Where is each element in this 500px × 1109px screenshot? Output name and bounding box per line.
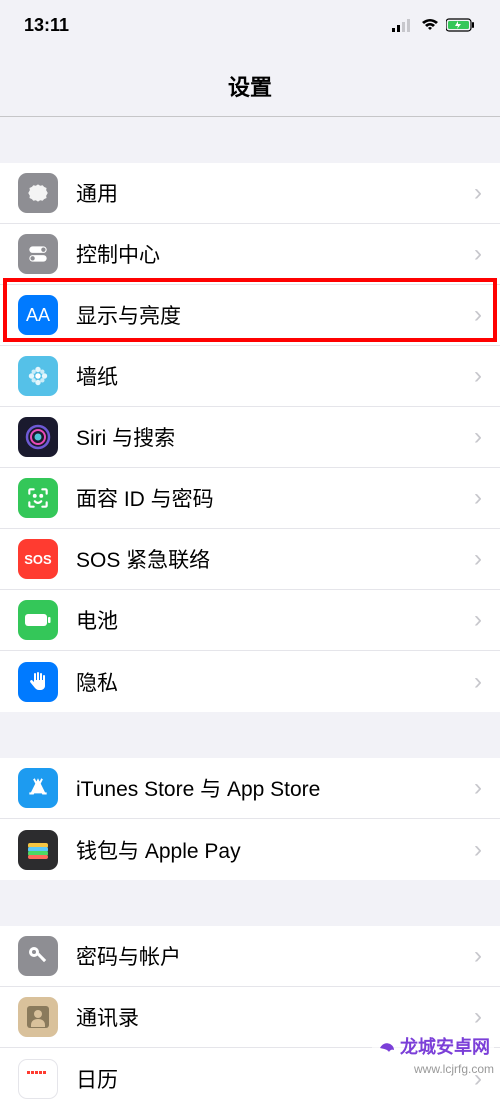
sos-icon: SOS <box>18 539 58 579</box>
page-title: 设置 <box>0 70 500 102</box>
settings-group-1: 通用 › 控制中心 › AA 显示与亮度 › 墙纸 › Siri 与搜索 › 面… <box>0 163 500 712</box>
row-siri-search[interactable]: Siri 与搜索 › <box>0 407 500 468</box>
chevron-right-icon: › <box>474 836 482 864</box>
row-battery[interactable]: 电池 › <box>0 590 500 651</box>
chevron-right-icon: › <box>474 774 482 802</box>
row-itunes-appstore[interactable]: iTunes Store 与 App Store › <box>0 758 500 819</box>
row-privacy[interactable]: 隐私 › <box>0 651 500 712</box>
row-label: 密码与帐户 <box>76 941 474 971</box>
row-label: 显示与亮度 <box>76 300 474 330</box>
dragon-icon <box>376 1036 400 1060</box>
row-wallet-applepay[interactable]: 钱包与 Apple Pay › <box>0 819 500 880</box>
row-label: 隐私 <box>76 667 474 697</box>
chevron-right-icon: › <box>474 240 482 268</box>
calendar-icon <box>18 1059 58 1099</box>
chevron-right-icon: › <box>474 942 482 970</box>
row-label: 电池 <box>76 605 474 635</box>
wallet-icon <box>18 830 58 870</box>
row-label: 墙纸 <box>76 361 474 391</box>
row-label: 面容 ID 与密码 <box>76 483 474 513</box>
row-general[interactable]: 通用 › <box>0 163 500 224</box>
row-label: 通用 <box>76 178 474 208</box>
chevron-right-icon: › <box>474 545 482 573</box>
settings-group-2: iTunes Store 与 App Store › 钱包与 Apple Pay… <box>0 758 500 880</box>
toggle-icon <box>18 234 58 274</box>
faceid-icon <box>18 478 58 518</box>
row-passwords-accounts[interactable]: 密码与帐户 › <box>0 926 500 987</box>
signal-icon <box>392 18 414 32</box>
row-label: Siri 与搜索 <box>76 422 474 452</box>
chevron-right-icon: › <box>474 179 482 207</box>
status-time: 13:11 <box>24 15 69 36</box>
row-label: 控制中心 <box>76 239 474 269</box>
battery-icon <box>18 600 58 640</box>
key-icon <box>18 936 58 976</box>
row-label: iTunes Store 与 App Store <box>76 773 474 803</box>
chevron-right-icon: › <box>474 423 482 451</box>
row-control-center[interactable]: 控制中心 › <box>0 224 500 285</box>
chevron-right-icon: › <box>474 1003 482 1031</box>
status-bar: 13:11 <box>0 0 500 50</box>
row-faceid-passcode[interactable]: 面容 ID 与密码 › <box>0 468 500 529</box>
flower-icon <box>18 356 58 396</box>
row-sos[interactable]: SOS SOS 紧急联络 › <box>0 529 500 590</box>
text-size-icon: AA <box>18 295 58 335</box>
siri-icon <box>18 417 58 457</box>
contacts-icon <box>18 997 58 1037</box>
gear-icon <box>18 173 58 213</box>
chevron-right-icon: › <box>474 301 482 329</box>
wifi-icon <box>420 18 440 32</box>
chevron-right-icon: › <box>474 484 482 512</box>
row-wallpaper[interactable]: 墙纸 › <box>0 346 500 407</box>
row-label: 通讯录 <box>76 1002 474 1032</box>
hand-icon <box>18 662 58 702</box>
chevron-right-icon: › <box>474 668 482 696</box>
page-header: 设置 <box>0 50 500 116</box>
row-label: SOS 紧急联络 <box>76 544 474 574</box>
status-icons <box>392 18 476 32</box>
chevron-right-icon: › <box>474 362 482 390</box>
appstore-icon <box>18 768 58 808</box>
row-label: 钱包与 Apple Pay <box>76 835 474 865</box>
battery-icon <box>446 18 476 32</box>
row-display-brightness[interactable]: AA 显示与亮度 › <box>0 285 500 346</box>
chevron-right-icon: › <box>474 606 482 634</box>
watermark: 龙城安卓网 www.lcjrfg.com <box>372 1031 494 1076</box>
